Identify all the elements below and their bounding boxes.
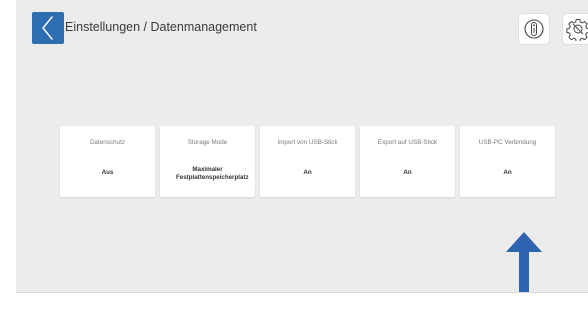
- tile-export-usb[interactable]: Export auf USB-Stick An: [360, 126, 455, 197]
- gear-icon: [566, 19, 588, 41]
- settings-screen: Einstellungen / Datenmanagement Datensch…: [16, 0, 588, 293]
- pointer-arrow: [506, 232, 542, 292]
- chevron-left-icon: [42, 16, 53, 40]
- tile-label: Datenschutz: [89, 139, 125, 146]
- tile-label: Storage Mode: [187, 139, 228, 146]
- tile-value: An: [303, 169, 312, 176]
- tile-value: An: [503, 169, 512, 176]
- settings-tiles: Datenschutz Aus Storage Mode Maximaler F…: [60, 126, 555, 198]
- back-button[interactable]: [32, 12, 64, 44]
- page-title: Einstellungen / Datenmanagement: [65, 20, 257, 34]
- tile-value: Maximaler Festplattenspeicherplatz: [176, 166, 249, 181]
- tile-value: Aus: [101, 169, 114, 176]
- tile-label: Export auf USB-Stick: [377, 139, 438, 146]
- tile-value: An: [403, 169, 412, 176]
- info-icon: [524, 19, 544, 39]
- tile-import-usb[interactable]: Import von USB-Stick An: [260, 126, 355, 197]
- tile-datenschutz[interactable]: Datenschutz Aus: [60, 126, 155, 197]
- settings-button[interactable]: [563, 14, 588, 44]
- tile-label: USB-PC Verbindung: [478, 139, 537, 146]
- tile-storage-mode[interactable]: Storage Mode Maximaler Festplattenspeich…: [160, 126, 255, 197]
- info-button[interactable]: [519, 14, 549, 44]
- tile-usb-pc-connection[interactable]: USB-PC Verbindung An: [460, 126, 555, 197]
- tile-label: Import von USB-Stick: [277, 139, 338, 146]
